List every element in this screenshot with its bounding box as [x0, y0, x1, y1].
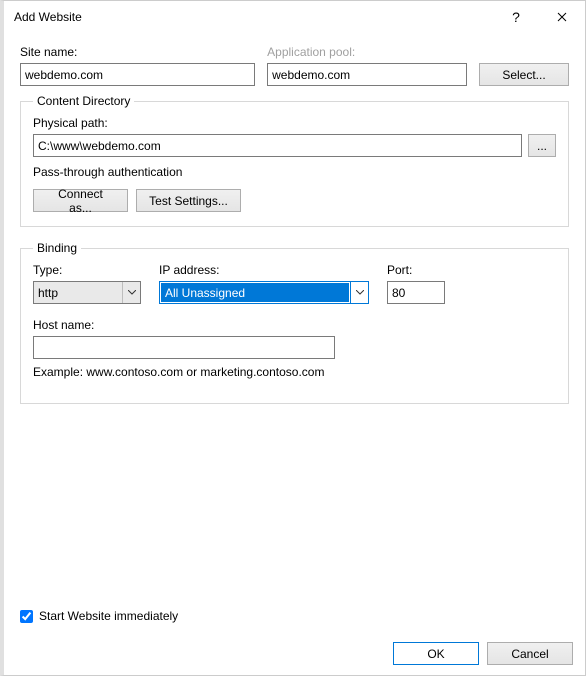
close-icon	[557, 12, 567, 22]
titlebar: Add Website ?	[4, 1, 585, 33]
site-name-label: Site name:	[20, 45, 255, 59]
binding-legend: Binding	[33, 241, 81, 255]
ip-value: All Unassigned	[161, 283, 349, 302]
start-immediately-checkbox[interactable]	[20, 610, 33, 623]
physical-path-label: Physical path:	[33, 116, 556, 130]
passthru-label: Pass-through authentication	[33, 165, 556, 179]
content-directory-group: Content Directory Physical path: ... Pas…	[20, 94, 569, 227]
chevron-down-icon	[122, 282, 140, 303]
ip-label: IP address:	[159, 263, 369, 277]
type-value: http	[34, 286, 122, 300]
close-button[interactable]	[539, 2, 585, 32]
ok-button[interactable]: OK	[393, 642, 479, 665]
site-name-input[interactable]	[20, 63, 255, 86]
browse-path-button[interactable]: ...	[528, 134, 556, 157]
type-select[interactable]: http	[33, 281, 141, 304]
start-immediately-label: Start Website immediately	[39, 609, 178, 623]
binding-group: Binding Type: http IP address: All Unass…	[20, 241, 569, 404]
type-label: Type:	[33, 263, 141, 277]
ip-select[interactable]: All Unassigned	[159, 281, 369, 304]
hostname-input[interactable]	[33, 336, 335, 359]
app-pool-label: Application pool:	[267, 45, 467, 59]
test-settings-button[interactable]: Test Settings...	[136, 189, 241, 212]
hostname-example: Example: www.contoso.com or marketing.co…	[33, 365, 556, 379]
connect-as-button[interactable]: Connect as...	[33, 189, 128, 212]
physical-path-input[interactable]	[33, 134, 522, 157]
port-label: Port:	[387, 263, 445, 277]
cancel-button[interactable]: Cancel	[487, 642, 573, 665]
port-input[interactable]	[387, 281, 445, 304]
help-button[interactable]: ?	[493, 2, 539, 32]
window-title: Add Website	[14, 10, 493, 24]
app-pool-input	[267, 63, 467, 86]
hostname-label: Host name:	[33, 318, 556, 332]
select-app-pool-button[interactable]: Select...	[479, 63, 569, 86]
chevron-down-icon	[350, 282, 368, 303]
content-directory-legend: Content Directory	[33, 94, 134, 108]
